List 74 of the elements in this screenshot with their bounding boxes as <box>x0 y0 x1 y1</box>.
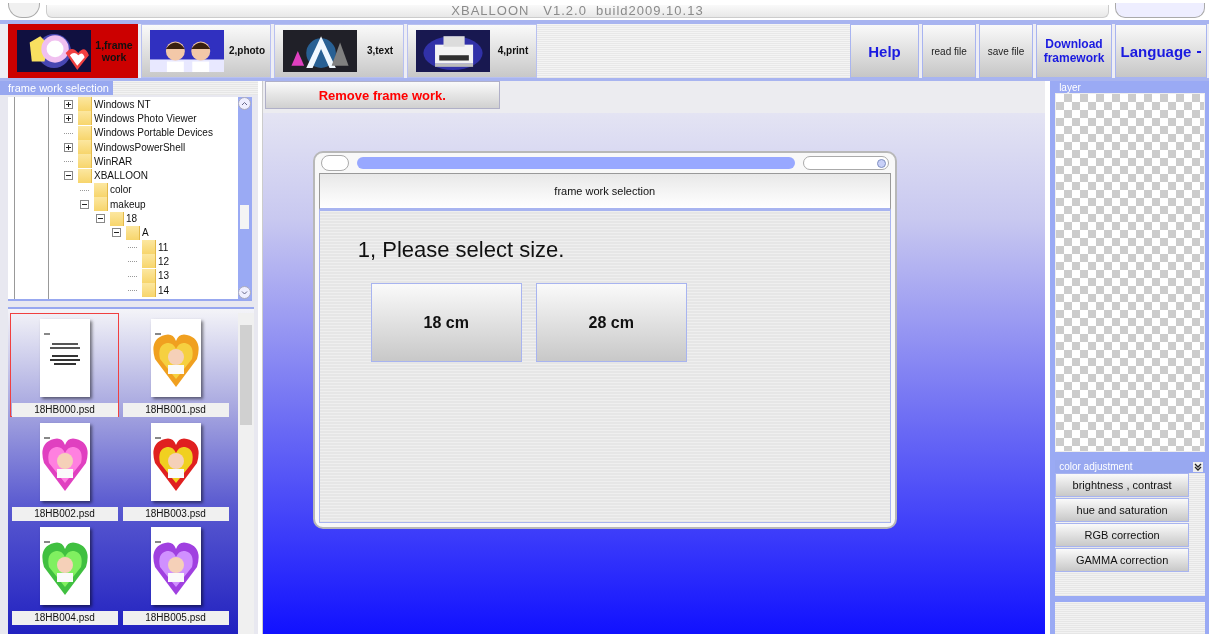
collapse-icon[interactable] <box>80 199 89 209</box>
scrollbar[interactable] <box>237 97 252 299</box>
folder-icon <box>142 254 156 269</box>
panel-title: layer <box>1058 81 1081 93</box>
size-button[interactable]: 18 cm <box>370 283 522 362</box>
tree-item[interactable]: A <box>142 227 149 239</box>
adjustment-button[interactable]: brightness , contrast <box>1055 473 1190 497</box>
folder-icon <box>78 154 92 169</box>
folder-icon <box>78 140 92 155</box>
folder-icon <box>78 168 92 183</box>
folder-icon <box>94 197 108 212</box>
file-name: 18HB003.psd <box>122 507 229 521</box>
mode-tab[interactable]: 3,text <box>274 24 404 78</box>
file-button[interactable]: save file <box>979 24 1033 78</box>
folder-icon <box>78 125 92 140</box>
expand-icon[interactable] <box>64 113 73 123</box>
expand-icon[interactable] <box>64 142 73 152</box>
tree-item[interactable]: WindowsPowerShell <box>94 141 186 153</box>
collapse-icon[interactable] <box>96 214 105 223</box>
folder-icon <box>110 211 124 226</box>
thumbnail[interactable]: 18HB001.psd <box>121 313 230 417</box>
dialog-title: frame work selection <box>554 185 656 197</box>
file-name: 18HB002.psd <box>11 507 118 521</box>
mode-tab[interactable]: 4,print <box>407 24 537 78</box>
tree-item[interactable]: WinRAR <box>94 155 133 167</box>
collapse-icon[interactable] <box>112 228 121 238</box>
file-name: 18HB000.psd <box>11 403 118 417</box>
tree-item[interactable]: makeup <box>110 198 146 210</box>
folder-icon <box>142 268 156 283</box>
tree-item[interactable]: Windows Photo Viewer <box>94 112 197 124</box>
folder-icon <box>142 283 156 297</box>
collapse-icon[interactable] <box>64 171 73 181</box>
panel-title: color adjustment <box>1058 461 1133 472</box>
folder-icon <box>78 111 92 126</box>
file-name: 18HB001.psd <box>122 403 229 417</box>
collapse-icon[interactable] <box>1193 461 1203 472</box>
scroll-thumb[interactable] <box>239 325 252 425</box>
folder-icon <box>94 182 108 197</box>
thumbnail[interactable]: 18HB000.psd <box>10 313 119 417</box>
download-button[interactable]: Download framework <box>1036 24 1112 78</box>
panel-title: frame work selection <box>0 81 113 95</box>
tree-item[interactable]: 11 <box>158 241 169 253</box>
tree-item[interactable]: 13 <box>158 270 170 282</box>
scrollbar[interactable] <box>237 313 254 634</box>
adjustment-button[interactable]: RGB correction <box>1055 523 1190 547</box>
tree-item[interactable]: XBALLOON <box>94 170 148 182</box>
scroll-thumb[interactable] <box>240 205 250 229</box>
tree-item[interactable]: 18 <box>126 213 138 224</box>
thumbnail[interactable]: 18HB002.psd <box>10 417 119 521</box>
scroll-up-icon[interactable] <box>238 97 252 110</box>
mode-tab[interactable]: 2,photo <box>141 24 271 78</box>
adjustment-button[interactable]: hue and saturation <box>1055 498 1190 522</box>
help-button[interactable]: Help <box>850 24 919 78</box>
file-name: 18HB005.psd <box>122 611 229 625</box>
expand-icon[interactable] <box>64 99 73 109</box>
prompt-text: 1, Please select size. <box>357 237 566 263</box>
caret-icon <box>1197 51 1202 53</box>
adjustment-button[interactable]: GAMMA correction <box>1055 548 1190 572</box>
window-title: XBALLOON V1.2.0 build2009.10.13 <box>451 5 704 17</box>
size-button[interactable]: 28 cm <box>535 283 687 362</box>
tree-item[interactable]: Windows NT <box>94 98 151 110</box>
folder-icon <box>126 225 140 240</box>
tree-item[interactable]: Windows Portable Devices <box>94 127 213 139</box>
language-dropdown[interactable]: Language <box>1115 24 1207 78</box>
folder-icon <box>78 97 92 112</box>
tree-item[interactable]: 14 <box>158 284 170 296</box>
thumbnail[interactable]: 18HB003.psd <box>121 417 230 521</box>
thumbnail[interactable]: 18HB005.psd <box>121 521 230 625</box>
file-name: 18HB004.psd <box>11 611 118 625</box>
tree-item[interactable]: color <box>110 184 132 196</box>
file-button[interactable]: read file <box>922 24 976 78</box>
folder-icon <box>142 240 156 255</box>
thumbnail[interactable]: 18HB004.psd <box>10 521 119 625</box>
tree-item[interactable]: 12 <box>158 255 170 267</box>
